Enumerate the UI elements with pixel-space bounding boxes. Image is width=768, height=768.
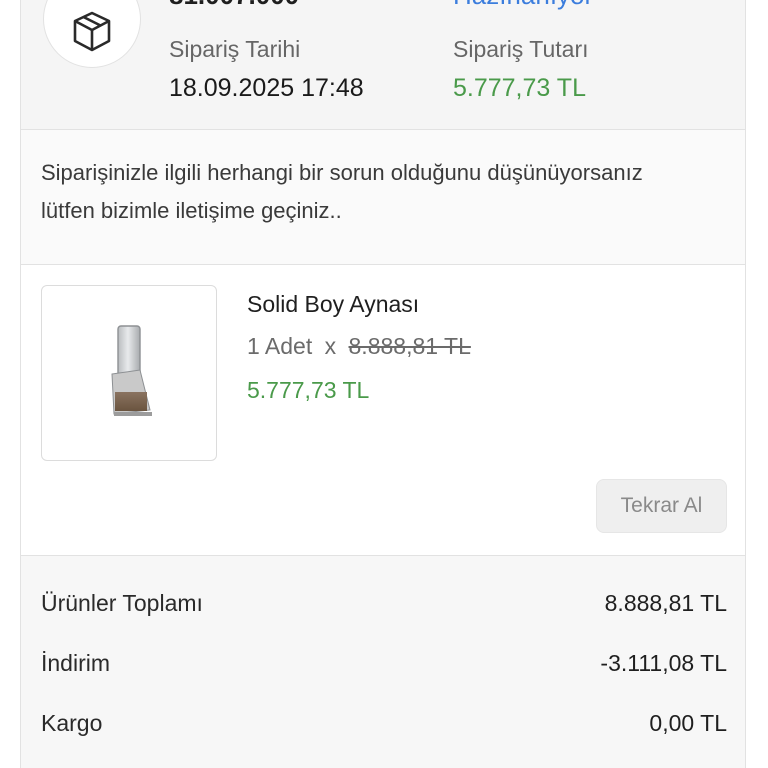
order-detail-page: 81.007.000 Hazırlanıyor Sipariş Tarihi 1… [0, 0, 768, 768]
product-price: 5.777,73 TL [247, 377, 370, 403]
order-date-label: Sipariş Tarihi [169, 36, 301, 62]
quantity-separator: x [324, 333, 337, 359]
summary-row: İndirim -3.111,08 TL [41, 650, 727, 686]
order-card: 81.007.000 Hazırlanıyor Sipariş Tarihi 1… [20, 0, 746, 768]
summary-value: -3.111,08 TL [600, 650, 727, 676]
order-summary: Ürünler Toplamı 8.888,81 TL İndirim -3.1… [21, 556, 745, 768]
order-icon-circle [43, 0, 141, 68]
product-quantity-row: 1 Adet x 8.888,81 TL [247, 333, 471, 360]
support-info-section: Siparişinizle ilgili herhangi bir sorun … [21, 130, 745, 265]
summary-value: 8.888,81 TL [604, 590, 727, 616]
product-old-price: 8.888,81 TL [348, 333, 471, 359]
order-header: 81.007.000 Hazırlanıyor Sipariş Tarihi 1… [21, 0, 745, 130]
summary-label: İndirim [41, 650, 111, 676]
summary-row: Ürünler Toplamı 8.888,81 TL [41, 590, 727, 626]
summary-label: Ürünler Toplamı [41, 590, 203, 616]
mirror-product-image [111, 325, 152, 416]
product-image[interactable] [41, 285, 217, 461]
summary-row: Kargo 0,00 TL [41, 710, 727, 746]
product-quantity: 1 Adet [247, 333, 313, 359]
order-status-link[interactable]: Hazırlanıyor [453, 0, 593, 8]
order-total-label: Sipariş Tutarı [453, 36, 589, 62]
order-number: 81.007.000 [169, 0, 299, 8]
product-name[interactable]: Solid Boy Aynası [247, 291, 419, 318]
reorder-button[interactable]: Tekrar Al [596, 479, 727, 533]
support-info-text: Siparişinizle ilgili herhangi bir sorun … [41, 160, 643, 223]
summary-value: 0,00 TL [649, 710, 727, 736]
product-item: Solid Boy Aynası 1 Adet x 8.888,81 TL 5.… [21, 265, 745, 556]
summary-label: Kargo [41, 710, 103, 736]
order-total-value: 5.777,73 TL [453, 74, 586, 102]
package-box-icon [73, 11, 111, 52]
order-date-value: 18.09.2025 17:48 [169, 74, 364, 102]
